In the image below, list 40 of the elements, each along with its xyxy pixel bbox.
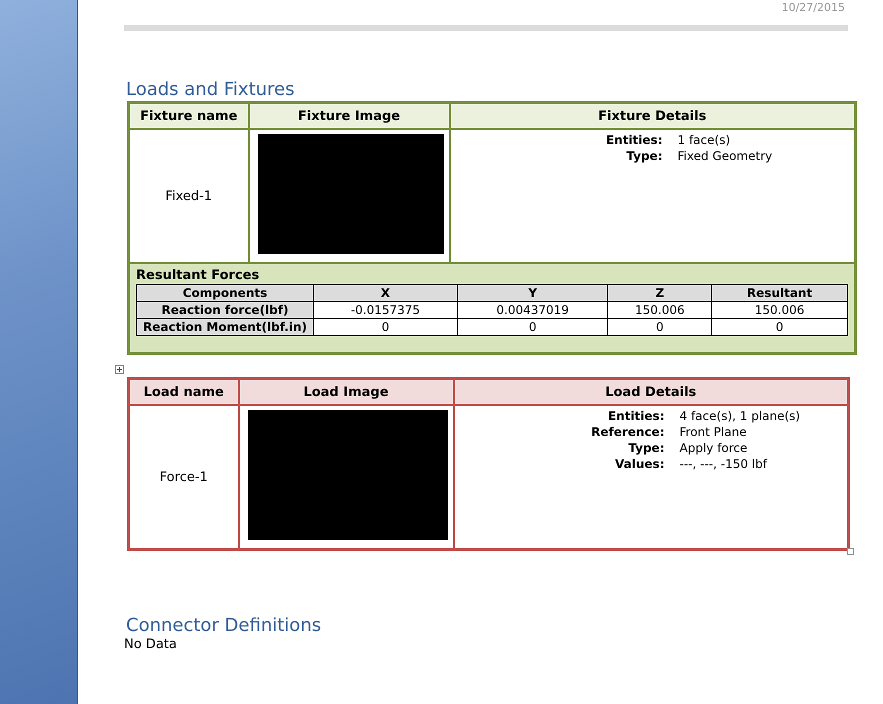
column-header: Y [457,284,608,302]
column-header: Resultant [712,284,848,302]
detail-value: 1 face(s) [678,132,732,148]
detail-value: ---, ---, -150 lbf [680,456,768,472]
detail-label: Type: [627,440,664,456]
table-cell: 0.00437019 [457,302,608,318]
row-header: Reaction force(lbf) [136,302,314,318]
section-heading: Loads and Fixtures [126,79,296,101]
section-heading: Connector Definitions [126,615,322,637]
move-handle-icon[interactable] [115,365,124,374]
detail-value: 4 face(s), 1 plane(s) [680,408,802,424]
detail-label: Reference: [590,424,664,440]
body-text: No Data [124,637,178,653]
column-header: Fixture name [128,102,248,129]
detail-label: Entities: [606,408,664,424]
column-header: Components [136,284,314,302]
column-header: Fixture Details [450,102,856,129]
detail-value: Fixed Geometry [678,148,774,164]
detail-label: Type: [625,148,662,164]
column-header: X [314,284,458,302]
row-header: Reaction Moment(lbf.in) [136,318,314,336]
table-cell: 0 [608,318,712,336]
table-cell: 0 [712,318,848,336]
resize-handle-icon[interactable] [847,548,854,555]
table-cell: 0 [457,318,608,336]
table-cell: 150.006 [608,302,712,318]
column-header: Z [608,284,712,302]
table-cell: 0 [314,318,458,336]
detail-label: Values: [614,456,664,472]
column-header: Load name [128,378,238,405]
column-header: Fixture Image [248,102,450,129]
table-cell: -0.0157375 [314,302,458,318]
detail-label: Entities: [604,132,662,148]
header-date: 10/27/2015 [782,1,845,14]
table-cell: 150.006 [712,302,848,318]
detail-value: Front Plane [680,424,748,440]
detail-value: Apply force [680,440,748,456]
column-header: Load Image [238,378,454,405]
panel-title: Resultant Forces [136,267,260,284]
column-header: Load Details [454,378,848,405]
